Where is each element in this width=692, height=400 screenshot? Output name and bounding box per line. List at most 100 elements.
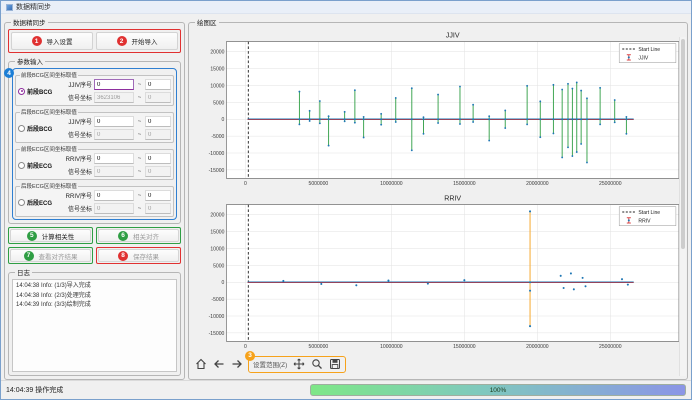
- svg-text:-5000: -5000: [211, 297, 224, 303]
- jjiv-index-label: JJIV序号: [62, 117, 92, 126]
- front-ecg-rriv-from-input[interactable]: [94, 153, 134, 164]
- save-result-box: 8 保存结果: [96, 247, 181, 264]
- svg-text:RRIV: RRIV: [638, 218, 651, 224]
- back-bcg-section-title: 后段BCG区间坐标取值: [20, 108, 78, 116]
- correlation-align-button[interactable]: 6 相关对齐: [98, 229, 179, 242]
- calc-correlation-button[interactable]: 5 计算相关性: [10, 229, 91, 242]
- signal-coord-label: 信号坐标: [62, 167, 92, 176]
- jjiv-index-label: JJIV序号: [62, 80, 92, 89]
- svg-text:0: 0: [244, 344, 247, 350]
- rriv-chart[interactable]: 0500000010000000150000002000000025000000…: [192, 192, 684, 355]
- svg-text:20000000: 20000000: [526, 344, 549, 350]
- svg-text:5000: 5000: [213, 100, 224, 106]
- correlation-align-label: 相关对齐: [133, 231, 159, 241]
- svg-text:0: 0: [222, 280, 225, 286]
- plot-scrollbar[interactable]: [679, 37, 686, 376]
- radio-back-bcg[interactable]: 后段BCG: [18, 124, 60, 133]
- set-range-button[interactable]: 设置范围(Z): [253, 359, 287, 369]
- svg-text:-10000: -10000: [209, 151, 225, 157]
- step-badge-6: 6: [118, 231, 128, 241]
- log-group-title: 日志: [15, 267, 32, 277]
- svg-text:20000000: 20000000: [526, 181, 549, 187]
- forward-arrow-icon[interactable]: [230, 358, 243, 371]
- save-figure-icon[interactable]: [328, 358, 341, 371]
- svg-text:0: 0: [244, 181, 247, 187]
- svg-text:15000: 15000: [210, 66, 224, 72]
- svg-text:20000: 20000: [210, 50, 224, 56]
- radio-front-ecg-label: 前段ECG: [27, 161, 52, 170]
- radio-dot-icon: [18, 125, 25, 132]
- titlebar: 数据精同步: [1, 1, 691, 14]
- log-line: 14:04:38 Info: (2/3)处理完成: [16, 292, 173, 302]
- back-bcg-coord-from-input: [94, 129, 134, 140]
- progress-label: 100%: [490, 387, 507, 394]
- back-ecg-section: 后段ECG区间坐标取值 后段ECG RRIV序号: [15, 182, 174, 217]
- front-bcg-coord-from-input: [94, 92, 134, 103]
- front-bcg-jjiv-from-input[interactable]: [94, 79, 134, 90]
- front-bcg-section: 前段BCG区间坐标取值 前段BCG JJIV序号: [15, 71, 174, 106]
- front-bcg-jjiv-to-input[interactable]: [145, 79, 171, 90]
- back-ecg-rriv-from-input[interactable]: [94, 190, 134, 201]
- step-badge-4: 4: [4, 68, 14, 78]
- svg-text:20000: 20000: [210, 213, 224, 219]
- svg-text:-15000: -15000: [209, 168, 225, 174]
- range-tilde: ~: [136, 95, 143, 101]
- save-result-button[interactable]: 8 保存结果: [98, 249, 179, 262]
- back-bcg-jjiv-from-input[interactable]: [94, 116, 134, 127]
- svg-text:25000000: 25000000: [599, 344, 622, 350]
- import-settings-button[interactable]: 1 导入设置: [11, 32, 93, 50]
- plot-toolbar: 3 设置范围(Z): [192, 356, 684, 372]
- start-import-button[interactable]: 2 开始导入: [96, 32, 178, 50]
- log-line: 14:04:38 Info: (1/3)导入完成: [16, 282, 173, 292]
- import-settings-label: 导入设置: [47, 36, 73, 46]
- scrollbar-thumb[interactable]: [681, 39, 685, 249]
- front-bcg-section-title: 前段BCG区间坐标取值: [20, 71, 78, 79]
- svg-text:10000: 10000: [210, 246, 224, 252]
- signal-coord-label: 信号坐标: [62, 204, 92, 213]
- front-ecg-coord-to-input: [145, 166, 171, 177]
- signal-coord-label: 信号坐标: [62, 130, 92, 139]
- svg-text:5000000: 5000000: [309, 181, 329, 187]
- action-buttons: 5 计算相关性 6 相关对齐 7 查看对齐结果: [8, 227, 181, 264]
- svg-text:25000000: 25000000: [599, 181, 622, 187]
- calc-correlation-box: 5 计算相关性: [8, 227, 93, 244]
- back-arrow-icon[interactable]: [212, 358, 225, 371]
- svg-text:15000000: 15000000: [453, 344, 476, 350]
- radio-back-ecg[interactable]: 后段ECG: [18, 198, 60, 207]
- pan-icon[interactable]: [292, 358, 305, 371]
- charts-container: 0 5000000 10000000 15000000 20000000 25000000…: [192, 29, 684, 355]
- range-tilde: ~: [136, 206, 143, 212]
- log-line: 14:04:39 Info: (3/3)绘制完成: [16, 301, 173, 311]
- window-title: 数据精同步: [16, 2, 51, 12]
- home-icon[interactable]: [194, 358, 207, 371]
- start-import-label: 开始导入: [132, 36, 158, 46]
- radio-front-ecg[interactable]: 前段ECG: [18, 161, 60, 170]
- svg-text:10000: 10000: [210, 83, 224, 89]
- jjiv-chart[interactable]: 0500000010000000150000002000000025000000…: [192, 29, 684, 192]
- range-tilde: ~: [136, 156, 143, 162]
- svg-text:-15000: -15000: [209, 331, 225, 337]
- range-tilde: ~: [136, 132, 143, 138]
- back-ecg-coord-from-input: [94, 203, 134, 214]
- view-result-label: 查看对齐结果: [39, 251, 78, 261]
- status-text: 14:04:39 操作完成: [6, 385, 63, 395]
- front-ecg-rriv-to-input[interactable]: [145, 153, 171, 164]
- svg-text:-5000: -5000: [211, 134, 224, 140]
- radio-front-bcg[interactable]: 前段BCG: [18, 87, 60, 96]
- view-result-button[interactable]: 7 查看对齐结果: [10, 249, 91, 262]
- zoom-icon[interactable]: [310, 358, 323, 371]
- front-ecg-coord-from-input: [94, 166, 134, 177]
- radio-dot-icon: [18, 162, 25, 169]
- svg-text:10000000: 10000000: [380, 344, 403, 350]
- radio-back-ecg-label: 后段ECG: [27, 198, 52, 207]
- range-tilde: ~: [136, 169, 143, 175]
- app-window: 数据精同步 数据精同步 1 导入设置 2 开始导入: [0, 0, 692, 400]
- back-bcg-jjiv-to-input[interactable]: [145, 116, 171, 127]
- signal-coord-label: 信号坐标: [62, 93, 92, 102]
- radio-front-bcg-label: 前段BCG: [27, 87, 52, 96]
- log-group: 日志 14:04:38 Info: (1/3)导入完成 14:04:38 Inf…: [8, 267, 181, 376]
- svg-text:JJIV: JJIV: [446, 30, 460, 39]
- svg-text:15000000: 15000000: [453, 181, 476, 187]
- front-ecg-section-title: 前段ECG区间坐标取值: [20, 145, 78, 153]
- back-ecg-rriv-to-input[interactable]: [145, 190, 171, 201]
